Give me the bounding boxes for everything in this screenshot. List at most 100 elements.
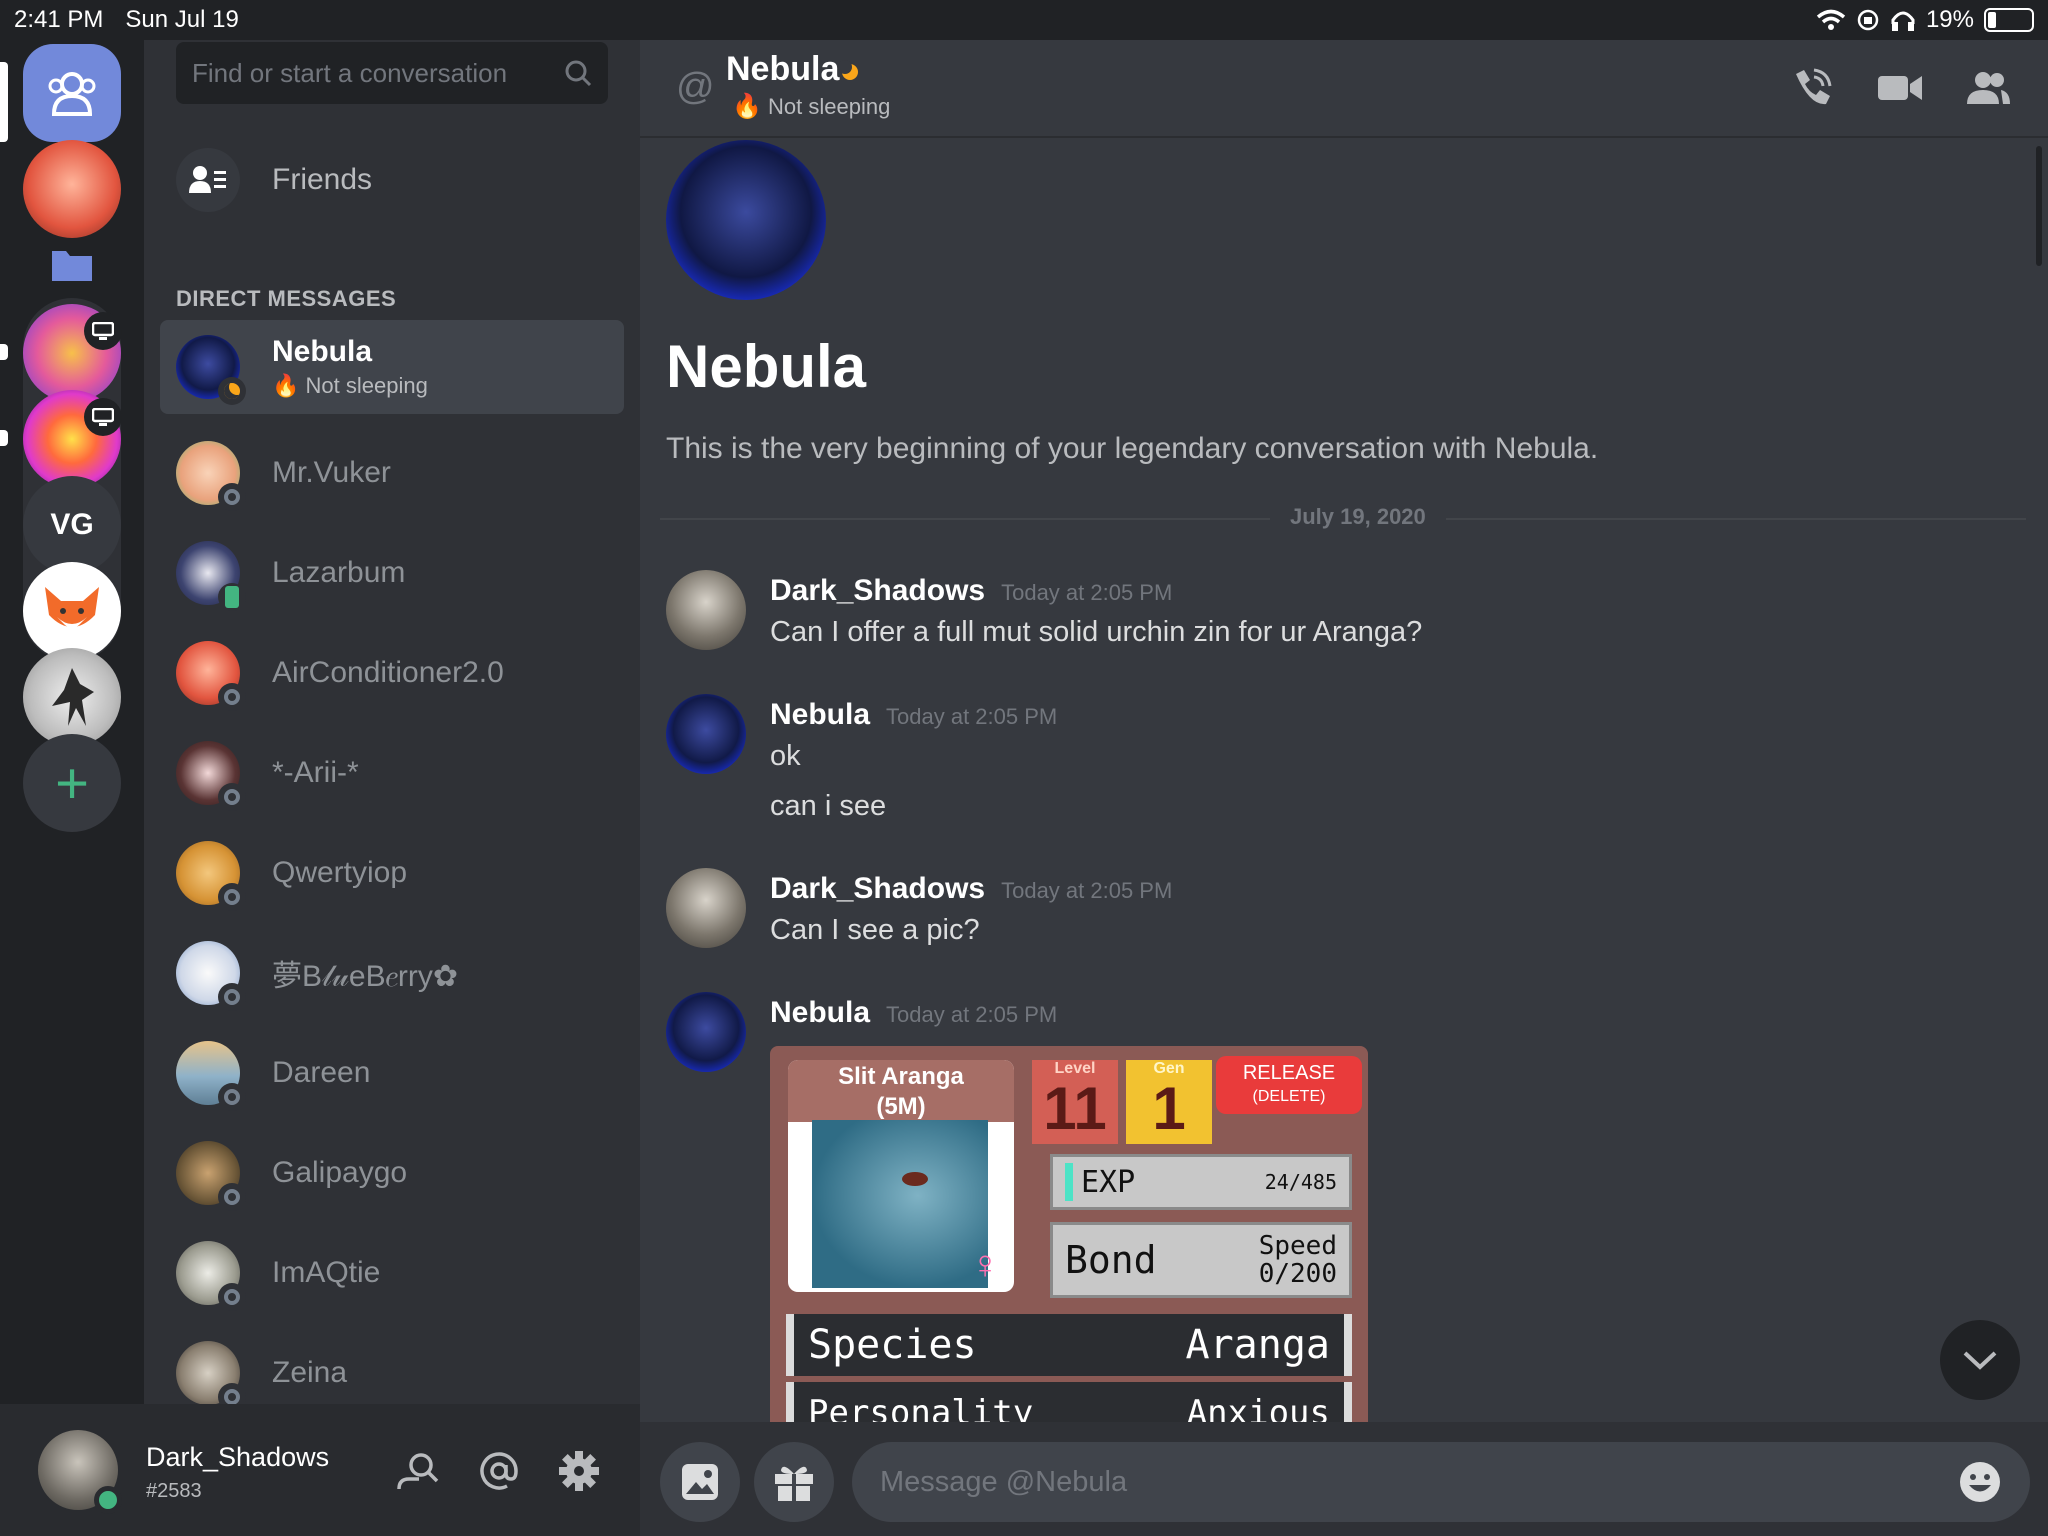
search-person-icon [397, 1453, 439, 1490]
gen-value: 1 [1152, 1075, 1186, 1142]
status-time: 2:41 PM [14, 6, 104, 33]
voice-call-button[interactable] [1786, 64, 1838, 112]
dm-status: 🔥 Not sleeping [272, 373, 428, 399]
pet-name: Slit Aranga [838, 1063, 964, 1090]
intro-text: This is the very beginning of your legen… [666, 432, 1599, 465]
chevron-down-icon [1963, 1351, 1997, 1370]
message-composer: Message @Nebula [640, 1422, 2048, 1536]
battery-fill [1988, 12, 1996, 28]
chat-area: @ Nebula 🔥 Not sleeping Nebula This is t… [640, 40, 2048, 1536]
species-label: Species [808, 1322, 977, 1368]
female-symbol: ♀ [970, 1243, 1000, 1287]
dm-name: Mr.Vuker [272, 456, 391, 489]
species-value: Aranga [1185, 1322, 1331, 1368]
pet-picture [812, 1120, 988, 1288]
message-author[interactable]: Nebula Today at 2:05 PM [770, 698, 1057, 732]
fire-icon: 🔥 [272, 373, 300, 398]
dm-item-mrvuker[interactable]: Mr.Vuker [160, 426, 624, 520]
scrollbar[interactable] [2036, 146, 2042, 266]
friends-home-icon [48, 72, 96, 116]
dm-item-nebula[interactable]: Nebula 🔥 Not sleeping [160, 320, 624, 414]
online-status-dot [94, 1486, 122, 1514]
dm-item-imaqtie[interactable]: ImAQtie [160, 1226, 624, 1320]
home-button[interactable] [23, 44, 121, 142]
dm-name: Galipaygo [272, 1156, 408, 1189]
user-panel: Dark_Shadows #2583 [0, 1404, 640, 1536]
dm-item-blueberry[interactable]: 夢B𝓁𝓊eB𝑒rry✿ [160, 926, 624, 1020]
gift-button[interactable] [754, 1442, 834, 1522]
dm-status-text: Not sleeping [305, 373, 428, 398]
mobile-online-icon [218, 583, 246, 611]
member-list-button[interactable] [1962, 64, 2014, 112]
bond-label: Bond [1065, 1238, 1157, 1282]
dm-name: ImAQtie [272, 1256, 381, 1289]
avatar [176, 641, 246, 711]
offline-status-dot [218, 783, 246, 811]
offline-status-dot [218, 1083, 246, 1111]
jump-to-present-button[interactable] [1940, 1320, 2020, 1400]
battery-percent: 19% [1925, 6, 1974, 33]
channel-header: @ Nebula 🔥 Not sleeping [640, 40, 2048, 138]
search-friends-button[interactable] [396, 1448, 442, 1494]
creature-icon [52, 668, 94, 726]
dm-item-arii[interactable]: *-Arii-* [160, 726, 624, 820]
avatar [176, 441, 246, 511]
selected-indicator [0, 62, 8, 142]
message-avatar[interactable] [666, 992, 746, 1072]
message-author[interactable]: Dark_Shadows Today at 2:05 PM [770, 872, 1172, 906]
author-name: Nebula [770, 698, 871, 731]
avatar [176, 1241, 246, 1311]
server-avatar-creature[interactable] [23, 648, 121, 746]
friends-label: Friends [272, 163, 373, 196]
dm-item-dareen[interactable]: Dareen [160, 1026, 624, 1120]
message-timestamp: Today at 2:05 PM [886, 704, 1058, 729]
mentions-button[interactable] [476, 1448, 522, 1494]
attachment-image[interactable]: Slit Aranga (5M) ♀ Level 11 Gen 1 RELEASE (D… [770, 1046, 1368, 1430]
message-text: Can I offer a full mut solid urchin zin … [770, 616, 1423, 648]
dm-name: Zeina [272, 1356, 348, 1389]
dm-item-qwertyiop[interactable]: Qwertyiop [160, 826, 624, 920]
friends-button[interactable]: Friends [176, 148, 372, 212]
message-avatar[interactable] [666, 868, 746, 948]
exp-bar: EXP 24/485 [1050, 1154, 1352, 1210]
search-input[interactable]: Find or start a conversation [176, 42, 608, 104]
exp-value: 24/485 [1264, 1170, 1337, 1194]
orientation-lock-icon [1857, 9, 1879, 31]
idle-status-dot [218, 377, 246, 405]
attach-image-button[interactable] [660, 1442, 740, 1522]
server-vg[interactable]: VG [23, 476, 121, 574]
video-call-button[interactable] [1874, 64, 1926, 112]
pet-size: (5M) [876, 1093, 926, 1120]
release-button: RELEASE (DELETE) [1216, 1056, 1362, 1114]
add-server-button[interactable]: + [23, 734, 121, 832]
gen-box: Gen 1 [1126, 1060, 1212, 1144]
settings-button[interactable] [556, 1448, 602, 1494]
server-avatar-fox[interactable] [23, 562, 121, 660]
message-input[interactable]: Message @Nebula [852, 1442, 2030, 1522]
message-author[interactable]: Dark_Shadows Today at 2:05 PM [770, 574, 1172, 608]
avatar [176, 841, 246, 911]
status-date: Sun Jul 19 [125, 6, 239, 33]
avatar [176, 1141, 246, 1211]
message-text: can i see [770, 790, 887, 822]
dm-item-airconditioner[interactable]: AirConditioner2.0 [160, 626, 624, 720]
intro-title: Nebula [666, 333, 867, 400]
dm-item-galipaygo[interactable]: Galipaygo [160, 1126, 624, 1220]
folder-button[interactable] [23, 216, 121, 314]
emoji-icon[interactable] [1958, 1460, 2002, 1504]
level-value: 11 [1043, 1075, 1107, 1142]
members-icon [1967, 72, 2010, 104]
avatar [176, 1341, 246, 1411]
message-author[interactable]: Nebula Today at 2:05 PM [770, 996, 1057, 1030]
at-icon: @ [676, 66, 715, 108]
at-sign-icon [480, 1452, 518, 1490]
speed-label: Speed [1258, 1231, 1337, 1261]
bond-bar: Bond Speed 0/200 [1050, 1222, 1352, 1298]
offline-status-dot [218, 983, 246, 1011]
dm-name: *-Arii-* [272, 756, 359, 789]
message-avatar[interactable] [666, 570, 746, 650]
dm-item-lazarbum[interactable]: Lazarbum [160, 526, 624, 620]
folder-icon [52, 251, 92, 281]
offline-status-dot [218, 1183, 246, 1211]
message-avatar[interactable] [666, 694, 746, 774]
